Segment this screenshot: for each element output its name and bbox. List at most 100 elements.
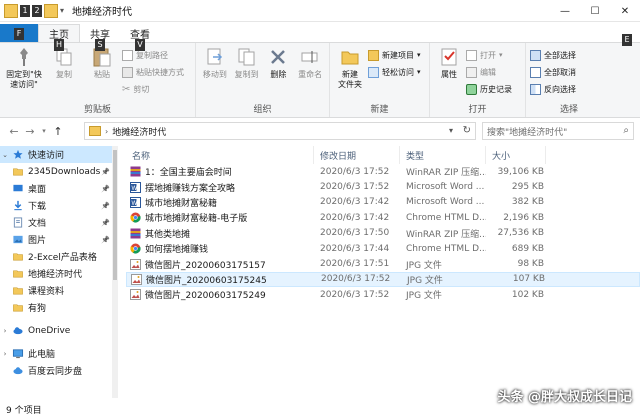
file-date: 2020/6/3 17:52	[321, 274, 391, 285]
invert-selection-button[interactable]: 反向选择	[530, 82, 576, 96]
file-name-cell[interactable]: W 摆地摊赚钱方案全攻略	[126, 181, 314, 194]
nav-item-label: 2345Downloads	[28, 166, 101, 177]
history-button[interactable]: 历史记录	[466, 82, 512, 96]
paste-shortcut-button[interactable]: 粘贴快捷方式	[122, 65, 184, 79]
file-row[interactable]: 微信图片_20200603175249 2020/6/3 17:52 JPG 文件 1…	[126, 287, 640, 302]
new-group: 新建 文件夹 新建项目 ▾ 轻松访问 ▾ 新建	[330, 43, 430, 117]
nav-quick-access[interactable]: ⌄ 快速访问	[0, 146, 116, 163]
nav-item-3[interactable]: 文档 📌	[0, 214, 116, 231]
pinned-icon[interactable]: 📌	[101, 202, 110, 210]
address-path[interactable]: 地摊经济时代	[112, 125, 166, 138]
item-count: 9 个项目	[6, 405, 42, 416]
pinned-icon[interactable]: 📌	[101, 185, 110, 193]
collapse-chevron-icon[interactable]: ›	[0, 350, 10, 358]
address-folder-icon	[89, 126, 101, 136]
star-icon	[13, 149, 23, 159]
file-name-cell[interactable]: 微信图片_20200603175245	[127, 273, 315, 286]
minimize-button[interactable]: —	[550, 0, 580, 22]
column-type[interactable]: 类型	[400, 146, 486, 164]
file-row[interactable]: W 摆地摊赚钱方案全攻略 2020/6/3 17:52 Microsoft Word …	[126, 179, 640, 194]
column-headers: 名称 修改日期 类型 大小	[126, 146, 640, 164]
file-name-cell[interactable]: 如何摆地摊赚钱	[126, 242, 314, 255]
new-item-button[interactable]: 新建项目 ▾	[368, 48, 421, 62]
recent-locations-icon[interactable]: ▾	[38, 121, 50, 141]
folder-icon	[13, 253, 23, 261]
file-name-cell[interactable]: 其他类地摊	[126, 227, 314, 240]
select-none-button[interactable]: 全部取消	[530, 65, 576, 79]
file-row[interactable]: 微信图片_20200603175157 2020/6/3 17:51 JPG 文件 9…	[126, 256, 640, 271]
nav-item-6[interactable]: 地摊经济时代	[0, 265, 116, 282]
column-date[interactable]: 修改日期	[314, 146, 400, 164]
easy-access-button[interactable]: 轻松访问 ▾	[368, 65, 421, 79]
tab-home[interactable]: 主页 H	[38, 24, 80, 51]
keytip-share: S	[95, 39, 105, 51]
back-arrow-icon[interactable]: ←	[6, 121, 22, 141]
file-row[interactable]: 微信图片_20200603175245 2020/6/3 17:52 JPG 文件 1…	[126, 271, 640, 288]
close-button[interactable]: ✕	[610, 0, 640, 22]
column-size[interactable]: 大小	[486, 146, 546, 164]
up-arrow-icon[interactable]: ↑	[50, 121, 66, 141]
easy-access-label: 轻松访问	[382, 67, 414, 77]
address-dropdown-icon[interactable]: ▾	[449, 126, 453, 135]
tab-view[interactable]: 查看 V	[120, 24, 160, 51]
nav-item-5[interactable]: 2-Excel产品表格	[0, 248, 116, 265]
file-name-cell[interactable]: 微信图片_20200603175157	[126, 258, 314, 271]
nav-item-2[interactable]: 下载 📌	[0, 197, 116, 214]
address-chevron-icon[interactable]: ›	[105, 127, 108, 136]
nav-item-0[interactable]: 2345Downloads 📌	[0, 163, 116, 180]
copy-path-button[interactable]: 复制路径	[122, 48, 184, 62]
refresh-icon[interactable]: ↻	[463, 125, 471, 136]
nav-item-label: 图片	[28, 236, 47, 246]
ribbon: 固定到"快 速访问" 复制 粘贴 复制路径 粘贴快捷方式 ✂ 剪切 剪贴板 移动…	[0, 42, 640, 118]
pinned-icon[interactable]: 📌	[101, 168, 110, 176]
delete-icon	[267, 46, 289, 68]
file-row[interactable]: W 城市地摊财富秘籍 2020/6/3 17:42 Microsoft Word ..…	[126, 195, 640, 210]
navigation-pane: ⌄ 快速访问 2345Downloads 📌 桌面 📌 下载 📌 文档 📌 图片 📌 2-Excel…	[0, 146, 116, 398]
file-row[interactable]: 如何摆地摊赚钱 2020/6/3 17:44 Chrome HTML D... 689…	[126, 241, 640, 256]
nav-item-4[interactable]: 图片 📌	[0, 231, 116, 248]
file-name-cell[interactable]: 城市地摊财富秘籍-电子版	[126, 211, 314, 224]
file-row[interactable]: 城市地摊财富秘籍-电子版 2020/6/3 17:42 Chrome HTML D.…	[126, 210, 640, 225]
collapse-chevron-icon[interactable]: ›	[0, 327, 10, 335]
search-input[interactable]: 搜索"地摊经济时代" ⌕	[482, 122, 634, 140]
qat-dropdown-icon[interactable]: ▾	[60, 6, 64, 15]
edit-button[interactable]: 编辑	[466, 65, 512, 79]
tab-share[interactable]: 共享 S	[80, 24, 120, 51]
pinned-icon[interactable]: 📌	[101, 219, 110, 227]
keytip-view: V	[135, 39, 145, 51]
file-name-cell[interactable]: 1：全国主要庙会时间	[126, 165, 314, 178]
nav-scrollbar-thumb[interactable]	[113, 150, 117, 280]
maximize-button[interactable]: ☐	[580, 0, 610, 22]
nav-item-7[interactable]: 课程资料	[0, 282, 116, 299]
file-row[interactable]: 1：全国主要庙会时间 2020/6/3 17:52 WinRAR ZIP 压缩...…	[126, 164, 640, 179]
cut-button[interactable]: ✂ 剪切	[122, 82, 184, 96]
file-name: 1：全国主要庙会时间	[145, 168, 232, 179]
nav-onedrive[interactable]: › OneDrive	[0, 322, 116, 339]
qat-folder-icon[interactable]	[44, 3, 58, 18]
nav-baidu-sync[interactable]: 百度云同步盘	[0, 362, 116, 379]
nav-scrollbar[interactable]	[112, 146, 118, 398]
app-folder-icon	[4, 3, 18, 18]
column-name[interactable]: 名称	[126, 146, 314, 164]
pinned-icon[interactable]: 📌	[101, 236, 110, 244]
search-icon[interactable]: ⌕	[623, 125, 629, 136]
file-row[interactable]: 其他类地摊 2020/6/3 17:50 WinRAR ZIP 压缩... 27,53…	[126, 226, 640, 241]
forward-arrow-icon[interactable]: →	[22, 121, 38, 141]
select-all-button[interactable]: 全部选择	[530, 48, 576, 62]
file-type: WinRAR ZIP 压缩...	[406, 229, 486, 240]
tab-file[interactable]: 文件 F	[0, 24, 38, 42]
open-button[interactable]: 打开 ▾	[466, 48, 512, 62]
nav-item-1[interactable]: 桌面 📌	[0, 180, 116, 197]
file-name-cell[interactable]: 微信图片_20200603175249	[126, 288, 314, 301]
file-date: 2020/6/3 17:51	[320, 259, 390, 270]
file-name: 微信图片_20200603175249	[145, 291, 266, 302]
address-bar[interactable]: › 地摊经济时代 ▾ ↻	[84, 122, 476, 140]
file-date: 2020/6/3 17:42	[320, 212, 390, 223]
file-type: JPG 文件	[406, 260, 442, 271]
nav-item-8[interactable]: 有狗	[0, 299, 116, 316]
nav-this-pc[interactable]: › 此电脑	[0, 345, 116, 362]
expand-chevron-icon[interactable]: ⌄	[0, 151, 10, 159]
documents-icon	[13, 217, 23, 228]
file-name-cell[interactable]: W 城市地摊财富秘籍	[126, 196, 314, 209]
new-group-label: 新建	[370, 105, 389, 115]
